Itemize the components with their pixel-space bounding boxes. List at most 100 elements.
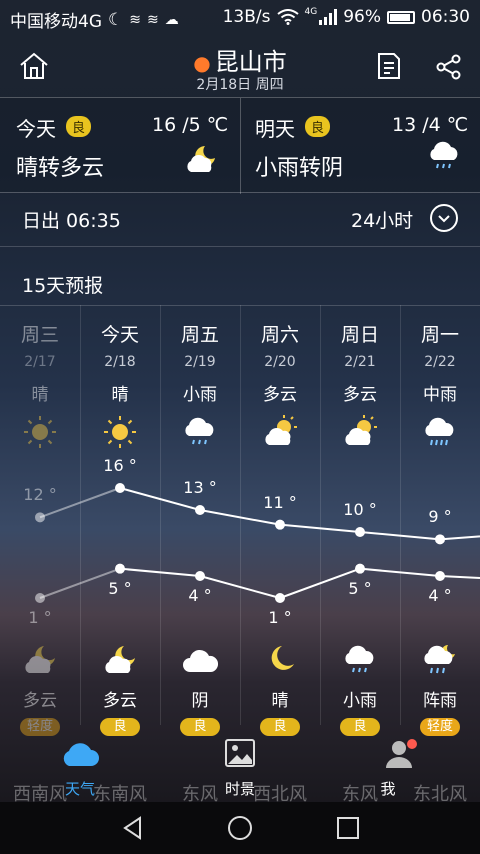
tab-scenes[interactable]: 时景 bbox=[200, 732, 280, 802]
day-weather: 多云 bbox=[263, 385, 297, 405]
low-temp-label: 5 ° bbox=[348, 578, 372, 598]
app-header: ● 昆山市 2月18日 周四 bbox=[0, 38, 480, 96]
recents-icon[interactable] bbox=[335, 815, 361, 841]
low-temp-point bbox=[355, 563, 365, 574]
sunrise-time: 日出 06:35 bbox=[22, 210, 121, 232]
tomorrow-aq-badge: 良 bbox=[305, 116, 331, 137]
high-temp-label: 10 ° bbox=[343, 500, 377, 519]
network-type-label: 4G bbox=[304, 7, 318, 17]
night-weather: 阵雨 bbox=[423, 691, 457, 711]
cloudy-night-icon bbox=[25, 646, 55, 673]
tab-weather[interactable]: 天气 bbox=[40, 732, 120, 802]
low-temp-point bbox=[35, 593, 45, 603]
hourly-toggle-label[interactable]: 24小时 bbox=[351, 206, 413, 233]
low-temp-label: 1 ° bbox=[28, 608, 52, 627]
moon-status-icon: ☾ bbox=[108, 9, 124, 30]
day-name: 今天 bbox=[100, 324, 139, 346]
night-weather: 小雨 bbox=[343, 691, 377, 711]
light-rain-icon bbox=[185, 417, 214, 445]
today-aq-badge: 良 bbox=[66, 116, 92, 137]
clock-label: 06:30 bbox=[421, 7, 470, 27]
day-date: 2/19 bbox=[184, 354, 216, 370]
today-temp: 16 /5 ℃ bbox=[152, 114, 229, 136]
low-temp-line-segment bbox=[439, 575, 480, 579]
high-temp-label: 13 ° bbox=[183, 478, 217, 497]
bottom-tab-bar: 天气 时景 我 bbox=[0, 732, 480, 802]
tab-weather-label: 天气 bbox=[64, 780, 95, 798]
back-icon[interactable] bbox=[120, 815, 146, 841]
person-icon bbox=[386, 739, 417, 768]
tomorrow-temp: 13 /4 ℃ bbox=[392, 114, 469, 136]
header-date: 2月18日 周四 bbox=[196, 77, 284, 93]
day-weather: 小雨 bbox=[183, 385, 217, 405]
carrier-label: 中国移动4G bbox=[10, 12, 102, 32]
low-temp-point bbox=[195, 571, 205, 581]
low-temp-label: 4 ° bbox=[188, 586, 212, 605]
night-weather: 多云 bbox=[103, 691, 137, 711]
tab-me[interactable]: 我 bbox=[360, 732, 440, 802]
today-tomorrow-panel: 今天 良 16 /5 ℃ 晴转多云 明天 良 13 /4 ℃ 小雨转阴 bbox=[0, 97, 480, 194]
moon-icon bbox=[271, 646, 294, 670]
high-temp-label: 16 ° bbox=[103, 456, 137, 475]
high-temp-point bbox=[35, 512, 45, 523]
shower-icon bbox=[424, 645, 455, 674]
notification-icon-2: ≋ bbox=[146, 11, 159, 28]
light-rain-icon bbox=[345, 645, 374, 673]
high-temp-point bbox=[355, 527, 365, 537]
divider bbox=[0, 246, 480, 247]
news-list-icon[interactable] bbox=[376, 52, 402, 80]
tomorrow-card[interactable]: 明天 良 13 /4 ℃ 小雨转阴 bbox=[241, 98, 480, 194]
day-date: 2/20 bbox=[264, 354, 296, 370]
signal-icon bbox=[319, 9, 338, 25]
low-temp-point bbox=[115, 563, 125, 574]
picture-icon bbox=[225, 739, 255, 767]
share-icon[interactable] bbox=[436, 54, 462, 80]
cloud-icon bbox=[63, 743, 99, 766]
day-weather: 多云 bbox=[343, 385, 377, 405]
night-weather: 阴 bbox=[191, 691, 209, 711]
chevron-down-icon[interactable] bbox=[430, 204, 458, 232]
partly-cloudy-icon bbox=[187, 146, 215, 172]
today-card[interactable]: 今天 良 16 /5 ℃ 晴转多云 bbox=[0, 98, 240, 194]
day-date: 2/22 bbox=[424, 354, 456, 370]
tab-scenes-label: 时景 bbox=[224, 780, 255, 798]
notification-icon: ≋ bbox=[129, 11, 141, 28]
day-date: 2/18 bbox=[104, 354, 136, 370]
moderate-rain-icon bbox=[425, 417, 454, 446]
weather-status-icon: ☁ bbox=[164, 11, 179, 28]
home-button-icon[interactable] bbox=[227, 815, 253, 841]
partly-cloudy-icon bbox=[265, 415, 297, 445]
day-weather: 中雨 bbox=[423, 385, 457, 405]
location-pin-icon: ● bbox=[193, 51, 211, 75]
tomorrow-desc: 小雨转阴 bbox=[255, 156, 344, 181]
low-temp-point bbox=[435, 571, 445, 581]
high-temp-label: 11 ° bbox=[263, 492, 297, 512]
today-label: 今天 bbox=[16, 117, 56, 141]
night-weather: 多云 bbox=[23, 691, 57, 711]
speed-label: 13B/s bbox=[222, 7, 271, 27]
low-temp-point bbox=[275, 593, 285, 603]
day-name: 周六 bbox=[260, 324, 299, 346]
high-temp-label: 9 ° bbox=[428, 507, 452, 527]
high-temp-point bbox=[275, 519, 285, 530]
high-temp-point bbox=[115, 483, 125, 493]
night-weather: 晴 bbox=[271, 691, 289, 711]
low-temp-label: 5 ° bbox=[108, 578, 132, 598]
day-weather: 晴 bbox=[111, 385, 129, 405]
day-name: 周日 bbox=[340, 324, 379, 346]
day-name: 周五 bbox=[180, 324, 219, 346]
sun-icon bbox=[24, 416, 56, 448]
tab-me-label: 我 bbox=[380, 780, 396, 798]
overcast-icon bbox=[183, 649, 218, 672]
low-temp-label: 1 ° bbox=[268, 608, 292, 627]
tomorrow-label: 明天 bbox=[255, 117, 295, 141]
light-rain-icon bbox=[430, 141, 458, 169]
high-temp-point bbox=[435, 534, 445, 545]
sun-icon bbox=[104, 416, 136, 448]
day-date: 2/17 bbox=[24, 354, 56, 370]
wifi-icon bbox=[276, 9, 299, 25]
system-navigation-bar bbox=[0, 802, 480, 854]
partly-cloudy-icon bbox=[345, 415, 377, 445]
high-temp-label: 12 ° bbox=[23, 485, 57, 505]
city-title[interactable]: ● 昆山市 bbox=[0, 42, 480, 77]
